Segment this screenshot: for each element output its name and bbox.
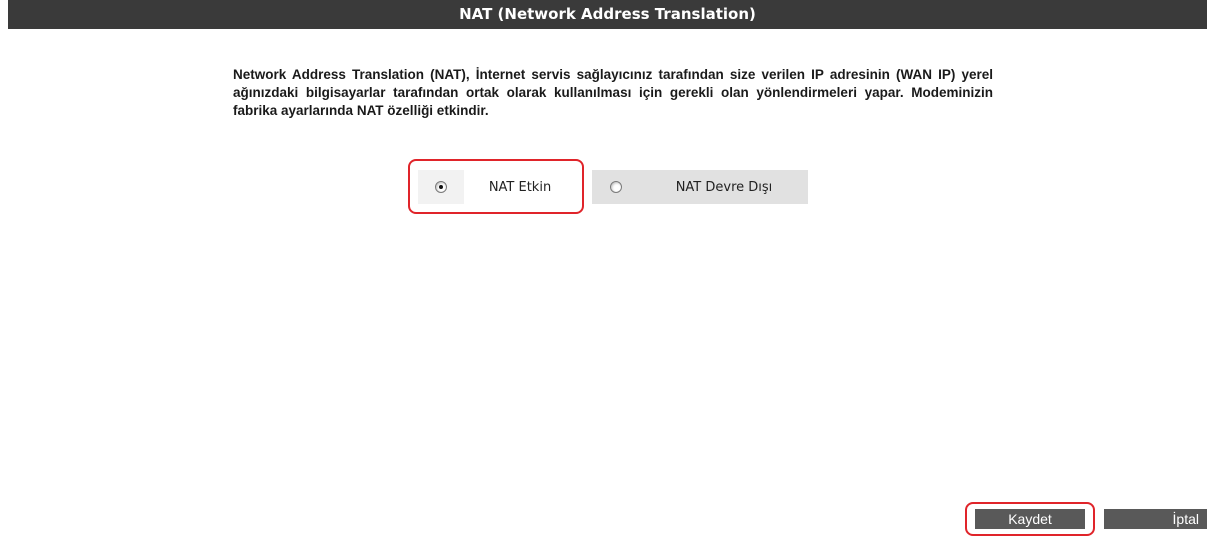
nat-enabled-label: NAT Etkin — [464, 170, 576, 204]
nat-enabled-option[interactable]: NAT Etkin — [418, 170, 580, 204]
nat-disabled-option[interactable]: NAT Devre Dışı — [592, 170, 808, 204]
radio-spacer — [580, 170, 592, 204]
nat-enabled-radio-cell — [418, 170, 464, 204]
nat-mode-radio-group: NAT Etkin NAT Devre Dışı — [418, 170, 808, 204]
nat-disabled-radio-cell — [592, 170, 640, 204]
page-title: NAT (Network Address Translation) — [8, 0, 1207, 29]
cancel-button-label: İptal — [1172, 511, 1199, 527]
nat-description: Network Address Translation (NAT), İnter… — [233, 67, 993, 118]
save-button[interactable]: Kaydet — [975, 509, 1085, 529]
cancel-button[interactable]: İptal — [1104, 509, 1207, 529]
nat-enabled-radio[interactable] — [435, 181, 447, 193]
nat-settings-page: NAT (Network Address Translation) Networ… — [0, 0, 1207, 537]
nat-disabled-label: NAT Devre Dışı — [675, 179, 773, 195]
nat-disabled-radio[interactable] — [610, 181, 622, 193]
